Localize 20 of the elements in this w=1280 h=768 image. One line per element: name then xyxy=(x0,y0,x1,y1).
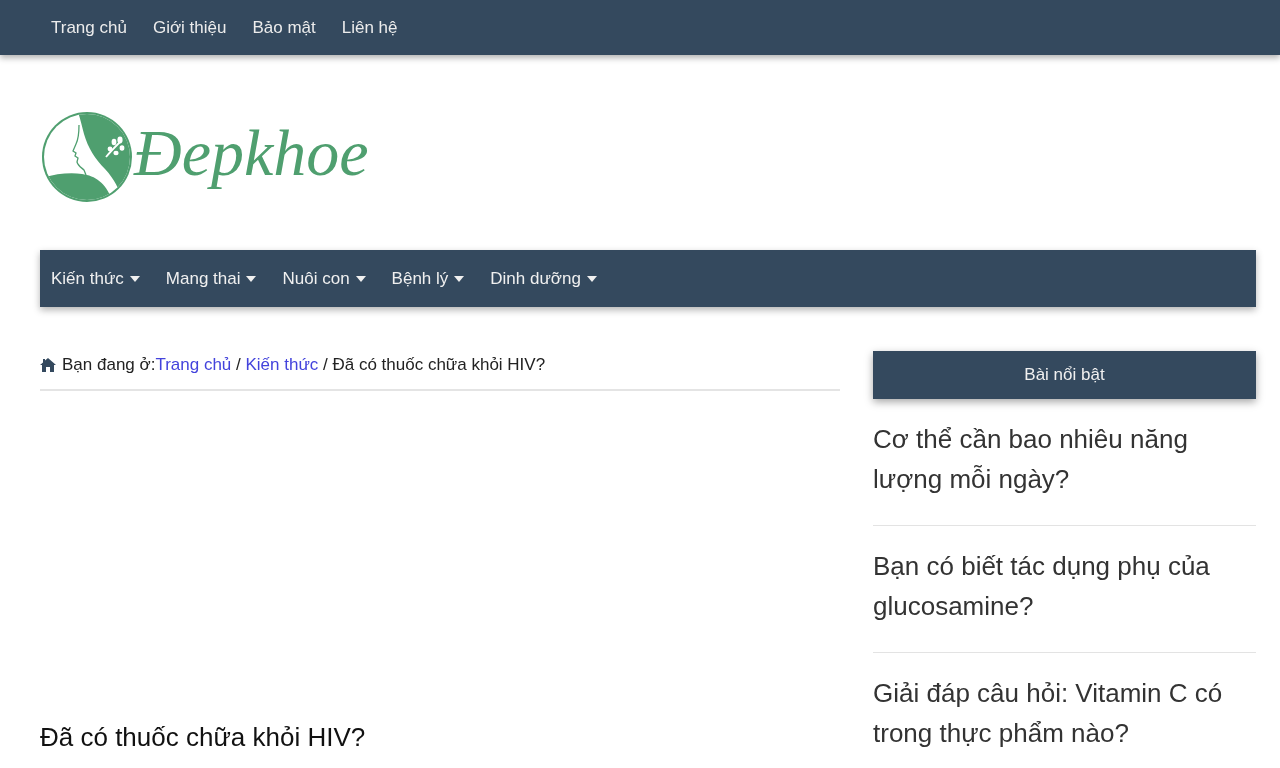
top-nav-link[interactable]: Giới thiệu xyxy=(152,16,227,39)
top-nav-link[interactable]: Liên hệ xyxy=(341,16,398,39)
category-menu-item[interactable]: Dinh dưỡng xyxy=(490,267,597,290)
featured-post-link[interactable]: Giải đáp câu hỏi: Vitamin C có trong thực phẩm nào? xyxy=(873,673,1244,753)
article-title: Đã có thuốc chữa khỏi HIV? xyxy=(40,721,367,753)
woman-silhouette-icon xyxy=(42,111,132,202)
breadcrumb: Bạn đang ở:Trang chủ / Kiến thức / Đã có thuốc chữa khỏi HIV? xyxy=(62,354,546,376)
category-menu-item[interactable]: Kiến thức xyxy=(51,267,140,290)
category-menu-item[interactable]: Mang thai xyxy=(165,267,257,290)
category-menu-item[interactable]: Bệnh lý xyxy=(391,267,465,290)
breadcrumb-link[interactable]: Trang chủ xyxy=(155,355,232,374)
breadcrumb-link[interactable]: Kiến thức xyxy=(245,355,319,374)
featured-post-link[interactable]: Bạn có biết tác dụng phụ của glucosamine? xyxy=(873,546,1244,626)
logo-wordmark: Đepkhoe xyxy=(134,114,369,191)
category-menu-item[interactable]: Nuôi con xyxy=(282,267,366,290)
top-nav-link[interactable]: Trang chủ xyxy=(51,16,127,39)
featured-post-link[interactable]: Cơ thể cần bao nhiêu năng lượng mỗi ngày? xyxy=(873,419,1244,499)
home-icon xyxy=(40,358,56,372)
top-nav-link[interactable]: Bảo mật xyxy=(252,16,316,39)
sidebar-heading: Bài nổi bật xyxy=(873,351,1256,399)
